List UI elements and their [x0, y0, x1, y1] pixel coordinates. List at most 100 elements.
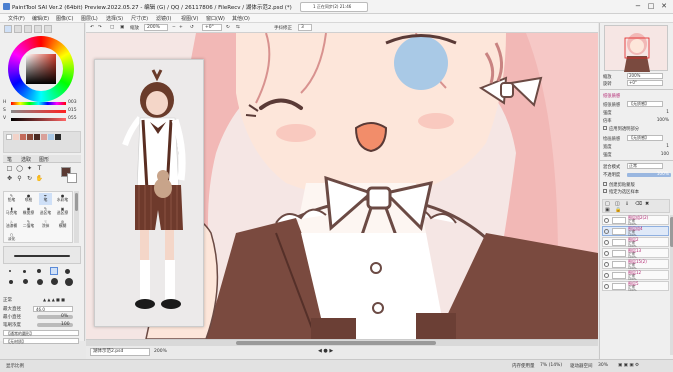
rotate-left-icon[interactable]: ↺	[190, 25, 194, 30]
size-preset[interactable]	[51, 278, 58, 285]
brush-bucket[interactable]: ♨ 油漆桶	[5, 219, 18, 231]
brush-pencil[interactable]: ✎ 铅笔	[5, 193, 18, 205]
swatch[interactable]	[55, 134, 61, 140]
menu-filter[interactable]: 滤镜(I)	[156, 15, 171, 22]
layer-row[interactable]: 图层2 正常 100%	[602, 237, 669, 248]
brush-shape-buttons[interactable]: ▲ ▲ ▲ ■ ■	[43, 297, 65, 302]
brush-select-pen[interactable]: ✎ 选区笔	[39, 206, 52, 218]
brush-airbrush[interactable]: ● 喷枪	[22, 193, 35, 205]
saturation-slider[interactable]: S 015	[3, 108, 81, 114]
brush-watercolor[interactable]: ● 水彩笔	[56, 193, 69, 205]
visibility-eye-icon[interactable]	[604, 229, 609, 234]
menu-window[interactable]: 窗口(W)	[206, 15, 225, 22]
invert-selection-icon[interactable]: ▣	[120, 25, 124, 30]
effect-width-value[interactable]: 1	[666, 144, 669, 149]
menu-size[interactable]: 尺寸(E)	[131, 15, 148, 22]
size-preset[interactable]	[23, 279, 28, 284]
effect-strength-value[interactable]: 100	[661, 152, 669, 157]
canvas-scrollbar[interactable]	[86, 340, 598, 346]
drawing-effect-select[interactable]: 【无质感】	[627, 135, 663, 141]
saturation-value-square[interactable]	[26, 54, 56, 84]
close-button[interactable]: ✕	[659, 2, 669, 11]
size-preset[interactable]	[9, 270, 11, 272]
menu-file[interactable]: 文件(F)	[8, 15, 25, 22]
navigator-preview[interactable]	[604, 25, 668, 72]
rotate-icon[interactable]: ↻	[25, 175, 34, 183]
brush-texture-select[interactable]: 【无材质】	[3, 338, 79, 344]
paper-intensity-value[interactable]: 1	[666, 110, 669, 115]
swatch[interactable]	[27, 134, 33, 140]
angle-input[interactable]: +0°	[202, 24, 222, 31]
color-wheel[interactable]	[8, 36, 74, 102]
brush-binary[interactable]: ✎ 二值笔	[22, 219, 35, 231]
menu-view[interactable]: 视图(V)	[181, 15, 198, 22]
size-preset[interactable]	[65, 269, 70, 274]
playback-icon[interactable]: ◀ ● ▶	[318, 348, 333, 354]
undo-icon[interactable]: ↶	[90, 25, 94, 30]
stabilizer-select[interactable]: 3	[298, 24, 312, 31]
mask-icon[interactable]: ▣	[605, 207, 610, 213]
redo-icon[interactable]: ↷	[98, 25, 102, 30]
size-preset[interactable]	[37, 279, 43, 285]
paper-texture-select[interactable]: 【无质感】	[627, 101, 663, 107]
zoom-icon[interactable]: ⚲	[15, 175, 24, 183]
minimize-button[interactable]: −	[633, 2, 643, 11]
menu-select[interactable]: 选择(S)	[106, 15, 123, 22]
view-mode-icons[interactable]: ▣ ▣ ▣ ⚙	[618, 363, 639, 368]
menu-other[interactable]: 其他(O)	[232, 15, 250, 22]
text-tool-icon[interactable]: T	[35, 165, 44, 173]
layer-row[interactable]: 图层15(2) 正常 100%	[602, 259, 669, 270]
rgb-slider-toggle[interactable]	[14, 25, 22, 33]
brush-eraser[interactable]: ▣ 橡皮擦	[22, 206, 35, 218]
paper-scale-value[interactable]: 100%	[657, 118, 669, 123]
rotate-right-icon[interactable]: ↻	[226, 25, 230, 30]
hand-icon[interactable]: ✋	[35, 175, 44, 183]
swatch[interactable]	[48, 134, 54, 140]
navigator-zoom-input[interactable]: 200%	[627, 73, 663, 79]
file-tab[interactable]: 湖体示范2.psd	[90, 348, 150, 356]
layer-row[interactable]: 图层组2(2) 正常 100%	[602, 215, 669, 226]
hue-slider[interactable]: H 003	[3, 100, 81, 106]
select-rect-icon[interactable]: □	[5, 165, 14, 173]
brush-pen[interactable]: ✒ 笔	[39, 193, 52, 205]
visibility-eye-icon[interactable]	[604, 218, 609, 223]
visibility-eye-icon[interactable]	[604, 251, 609, 256]
menu-image[interactable]: 图像(C)	[56, 15, 73, 22]
brush-marker[interactable]: ▮ 马克笔	[5, 206, 18, 218]
tab-select[interactable]: 选取	[21, 156, 31, 163]
selection-source-checkbox[interactable]	[603, 189, 607, 193]
zoom-input[interactable]: 200%	[144, 24, 168, 31]
background-color[interactable]	[67, 173, 77, 183]
zoom-out-icon[interactable]: −	[172, 25, 176, 30]
lock-icon[interactable]: 🔒	[615, 207, 621, 213]
brush-blur[interactable]: ◎ 模糊	[56, 219, 69, 231]
layer-row-selected[interactable]: 图层组4 正常 100%	[602, 226, 669, 237]
swatch[interactable]	[41, 134, 47, 140]
lasso-icon[interactable]: ◯	[15, 165, 24, 173]
tab-pen[interactable]: 笔	[7, 156, 12, 163]
sync-notification[interactable]: 1 正在同步(2) 21:46	[300, 2, 368, 12]
swatch[interactable]	[34, 134, 40, 140]
brush-size-input[interactable]: 46.0	[33, 306, 73, 312]
size-preset[interactable]	[37, 269, 41, 273]
merge-icon[interactable]: ⇓	[625, 201, 629, 207]
size-preset[interactable]	[23, 270, 26, 273]
flip-icon[interactable]: ⇆	[236, 25, 240, 30]
swatch-toggle[interactable]	[34, 25, 42, 33]
menu-layer[interactable]: 图层(L)	[81, 15, 98, 22]
brush-scrollbar[interactable]	[74, 191, 79, 243]
size-preset[interactable]	[65, 278, 73, 286]
magic-wand-icon[interactable]: ✦	[25, 165, 34, 173]
apply-transparent-checkbox[interactable]	[603, 126, 607, 130]
swatch[interactable]	[13, 134, 19, 140]
deselect-icon[interactable]: □	[110, 25, 114, 30]
swatch[interactable]	[20, 134, 26, 140]
size-preset[interactable]	[9, 280, 13, 284]
reference-image-window[interactable]	[94, 59, 204, 327]
tab-shape[interactable]: 图形	[39, 156, 49, 163]
brush-mode[interactable]: 正常	[3, 297, 12, 303]
visibility-eye-icon[interactable]	[604, 284, 609, 289]
move-icon[interactable]: ✥	[5, 175, 14, 183]
color-wheel-toggle[interactable]	[4, 25, 12, 33]
hsv-slider-toggle[interactable]	[24, 25, 32, 33]
